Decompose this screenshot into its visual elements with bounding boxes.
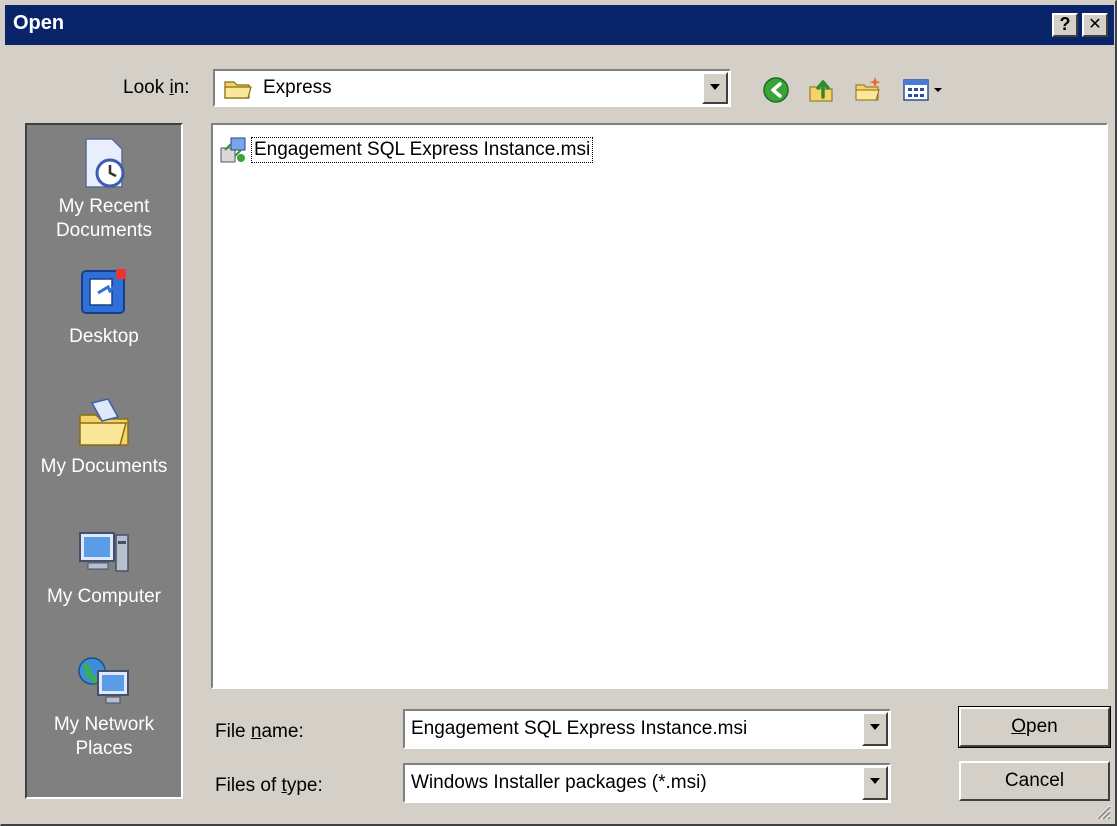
back-icon[interactable] [761,75,791,105]
close-button[interactable]: ✕ [1082,13,1108,37]
look-in-combo[interactable]: Express [213,69,731,107]
look-in-value: Express [263,77,332,98]
desktop-icon [81,269,126,314]
title-bar[interactable]: Open ? ✕ [5,5,1114,45]
recent-documents-icon [85,138,125,188]
open-button[interactable]: Open [958,706,1111,748]
msi-package-icon [220,137,246,163]
up-folder-icon[interactable] [807,75,837,105]
place-network-places[interactable]: My Network Places [27,653,181,761]
window-title: Open [13,12,65,34]
view-menu-icon[interactable] [901,75,947,105]
file-name: Engagement SQL Express Instance.msi [251,137,594,163]
new-folder-icon[interactable] [853,75,883,105]
place-desktop[interactable]: Desktop [27,265,181,349]
place-my-documents[interactable]: My Documents [27,395,181,479]
look-in-label: Look in: [123,77,190,98]
network-places-icon [78,657,129,704]
open-dialog: Open ? ✕ Look in: Express My Recent Docu… [0,0,1117,826]
file-name-label: File name: [215,721,304,742]
cancel-button[interactable]: Cancel [959,761,1110,801]
file-type-select[interactable]: Windows Installer packages (*.msi) [403,763,891,803]
list-item[interactable]: Engagement SQL Express Instance.msi [217,135,594,165]
place-my-computer[interactable]: My Computer [27,525,181,609]
file-name-input[interactable]: Engagement SQL Express Instance.msi [403,709,891,749]
help-button[interactable]: ? [1052,13,1078,37]
file-name-dropdown-button[interactable] [862,712,888,746]
file-type-label: Files of type: [215,775,323,796]
my-documents-icon [79,398,129,446]
place-recent-documents[interactable]: My Recent Documents [27,135,181,243]
file-list[interactable]: Engagement SQL Express Instance.msi [211,123,1108,689]
resize-grip-icon[interactable] [1093,802,1111,820]
folder-icon [224,81,252,99]
file-type-dropdown-button[interactable] [862,766,888,800]
look-in-dropdown-button[interactable] [702,72,728,104]
places-bar: My Recent Documents Desktop My Documents [25,123,183,799]
my-computer-icon [79,532,129,572]
